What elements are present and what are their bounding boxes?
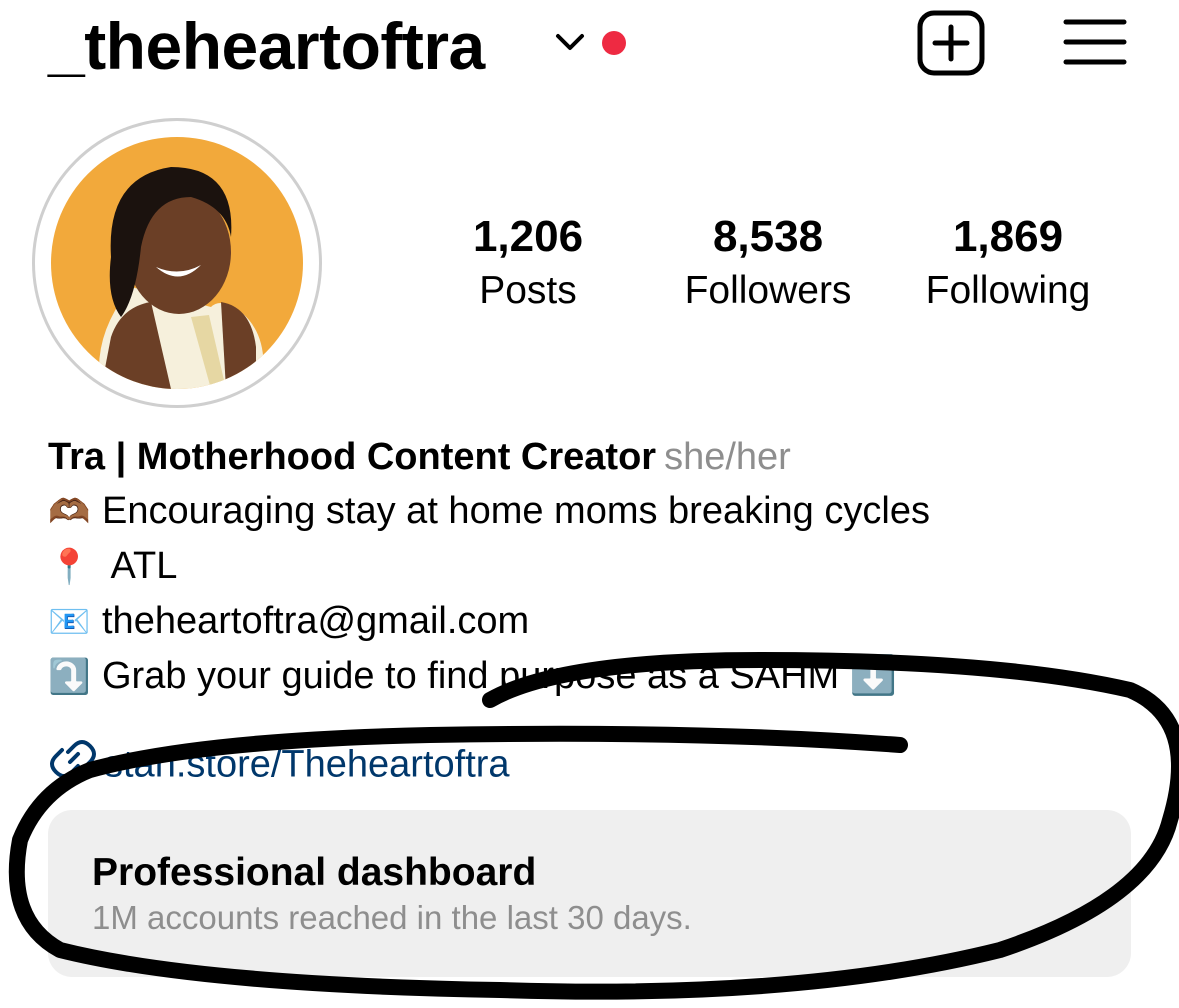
bio-line: 📧 theheartoftra@gmail.com — [48, 594, 1158, 649]
bio-line-text: ATL — [102, 545, 178, 587]
bio-line: 🫶🏾 Encouraging stay at home moms breaking… — [48, 484, 1158, 539]
plus-square-icon — [917, 10, 985, 76]
bio-line: 📍 ATL — [48, 539, 1158, 594]
pronouns: she/her — [664, 436, 791, 478]
bio-link-text[interactable]: stan.store/Theheartoftra — [104, 744, 510, 786]
display-name: Tra | Motherhood Content Creator — [48, 436, 657, 478]
stat-label: Posts — [479, 269, 577, 312]
bio-name-line: Tra | Motherhood Content Creator she/her — [48, 430, 1158, 484]
hamburger-menu-icon — [1063, 19, 1127, 65]
pin-icon: 📍 — [48, 548, 91, 586]
bio-link[interactable]: stan.store/Theheartoftra — [48, 734, 510, 799]
chevron-down-icon[interactable] — [554, 30, 586, 54]
stat-value: 8,538 — [712, 212, 824, 261]
arrow-curve-down-icon: ⤵️ — [48, 658, 91, 696]
stat-label: Followers — [684, 269, 852, 312]
bio-line: ⤵️ Grab your guide to find purpose as a S… — [48, 649, 1158, 704]
profile-username[interactable]: _theheartoftra — [48, 6, 485, 86]
bio-line-text: Encouraging stay at home moms breaking c… — [102, 490, 930, 532]
stat-followers[interactable]: 8,538 Followers — [662, 210, 874, 318]
profile-avatar[interactable] — [32, 118, 322, 408]
stat-posts[interactable]: 1,206 Posts — [438, 210, 618, 318]
bio-email[interactable]: theheartoftra@gmail.com — [102, 600, 529, 642]
dashboard-title: Professional dashboard — [92, 851, 537, 894]
create-post-button[interactable] — [916, 10, 986, 76]
heart-hands-icon: 🫶🏾 — [48, 493, 91, 531]
dashboard-subtitle: 1M accounts reached in the last 30 days. — [92, 899, 692, 936]
menu-button[interactable] — [1062, 16, 1128, 68]
professional-dashboard-card[interactable]: Professional dashboard 1M accounts reach… — [48, 810, 1131, 977]
stat-value: 1,869 — [952, 212, 1064, 261]
avatar-photo — [51, 137, 303, 389]
email-icon: 📧 — [48, 603, 91, 641]
stat-label: Following — [925, 269, 1091, 312]
profile-bio: Tra | Motherhood Content Creator she/her … — [48, 430, 1158, 704]
stat-following[interactable]: 1,869 Following — [908, 210, 1108, 318]
notification-dot — [602, 31, 626, 55]
bio-line-text: Grab your guide to find purpose as a SAH… — [102, 655, 898, 697]
stat-value: 1,206 — [472, 212, 584, 261]
link-icon — [48, 734, 104, 799]
